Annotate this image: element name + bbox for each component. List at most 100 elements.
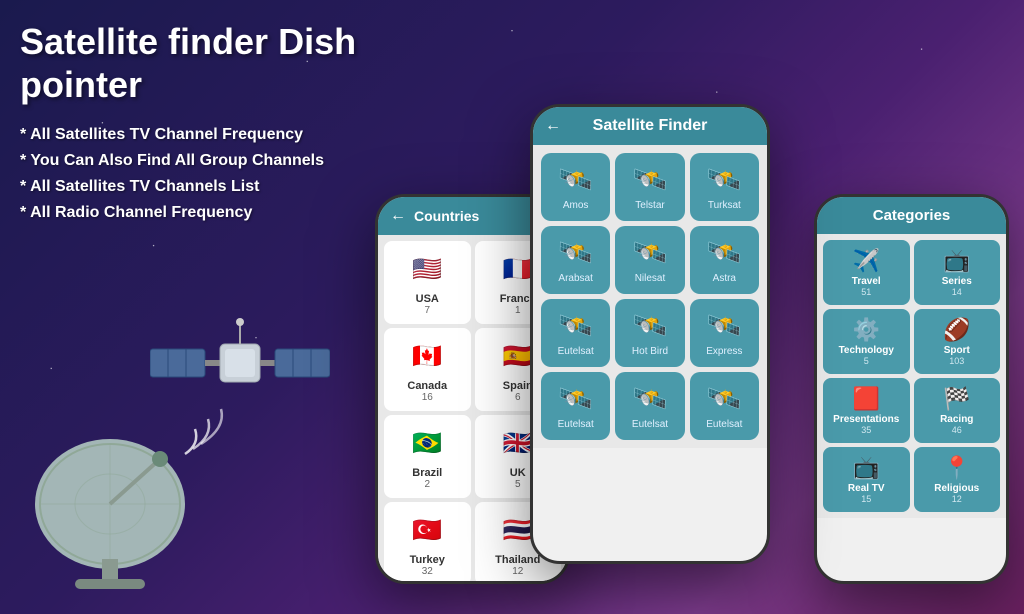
satellite-name: Nilesat — [635, 273, 666, 284]
satellite-item[interactable]: 🛰️ Hot Bird — [615, 299, 684, 367]
satellite-icon: 🛰️ — [707, 236, 742, 269]
category-count: 51 — [861, 287, 871, 297]
category-count: 5 — [864, 356, 869, 366]
country-count: 32 — [422, 566, 433, 577]
satellite-item[interactable]: 🛰️ Eutelsat — [690, 372, 759, 440]
categories-phone-header: Categories — [817, 197, 1006, 234]
satellite-phone-header: ← Satellite Finder — [533, 107, 767, 145]
category-icon: 🏈 — [943, 317, 970, 343]
category-name: Real TV — [848, 483, 885, 494]
country-item[interactable]: 🇹🇷 Turkey 32 — [384, 502, 471, 584]
country-count: 2 — [424, 479, 430, 490]
country-name: UK — [510, 467, 526, 479]
satellite-item[interactable]: 🛰️ Eutelsat — [615, 372, 684, 440]
categories-grid: ✈️ Travel 51 📺 Series 14 ⚙️ Technology 5… — [817, 234, 1006, 518]
country-flag: 🇺🇸 — [407, 249, 447, 289]
category-name: Religious — [934, 483, 979, 494]
satellite-icon: 🛰️ — [558, 309, 593, 342]
satellite-icon: 🛰️ — [633, 382, 668, 415]
country-name: Canada — [407, 380, 447, 392]
back-arrow-icon[interactable]: ← — [390, 207, 406, 225]
category-item[interactable]: ⚙️ Technology 5 — [823, 309, 910, 374]
category-icon: ✈️ — [853, 248, 880, 274]
category-item[interactable]: ✈️ Travel 51 — [823, 240, 910, 305]
category-count: 14 — [952, 287, 962, 297]
satellite-icon: 🛰️ — [558, 236, 593, 269]
category-count: 12 — [952, 494, 962, 504]
category-count: 103 — [949, 356, 964, 366]
satellite-grid: 🛰️ Amos 🛰️ Telstar 🛰️ Turksat 🛰️ Arabsat… — [533, 145, 767, 448]
country-name: Turkey — [410, 554, 445, 566]
categories-phone: Categories ✈️ Travel 51 📺 Series 14 ⚙️ T… — [814, 194, 1009, 584]
app-title: Satellite finder Dish pointer — [20, 20, 380, 106]
country-flag: 🇹🇷 — [407, 510, 447, 550]
satellite-item[interactable]: 🛰️ Astra — [690, 226, 759, 294]
category-icon: 📍 — [943, 455, 970, 481]
satellite-icon: 🛰️ — [558, 163, 593, 196]
satellite-phone: ← Satellite Finder 🛰️ Amos 🛰️ Telstar 🛰️… — [530, 104, 770, 564]
satellite-name: Eutelsat — [558, 419, 594, 430]
satellite-name: Amos — [563, 200, 589, 211]
satellite-name: Telstar — [635, 200, 664, 211]
space-satellite — [150, 314, 330, 434]
satellite-name: Arabsat — [558, 273, 592, 284]
country-item[interactable]: 🇧🇷 Brazil 2 — [384, 415, 471, 498]
satellite-item[interactable]: 🛰️ Nilesat — [615, 226, 684, 294]
satellite-item[interactable]: 🛰️ Telstar — [615, 153, 684, 221]
category-name: Sport — [944, 345, 970, 356]
category-count: 46 — [952, 425, 962, 435]
categories-title: Categories — [873, 207, 951, 224]
satellite-name: Eutelsat — [706, 419, 742, 430]
category-name: Racing — [940, 414, 973, 425]
feature-item: * All Satellites TV Channel Frequency — [20, 126, 380, 144]
left-section: Satellite finder Dish pointer * All Sate… — [20, 20, 380, 230]
satellite-item[interactable]: 🛰️ Arabsat — [541, 226, 610, 294]
category-item[interactable]: 🏈 Sport 103 — [914, 309, 1001, 374]
satellite-name: Express — [706, 346, 742, 357]
feature-item: * All Radio Channel Frequency — [20, 204, 380, 222]
feature-list: * All Satellites TV Channel Frequency * Y… — [20, 126, 380, 222]
country-count: 7 — [424, 305, 430, 316]
satellite-item[interactable]: 🛰️ Eutelsat — [541, 372, 610, 440]
satellite-item[interactable]: 🛰️ Amos — [541, 153, 610, 221]
country-flag: 🇨🇦 — [407, 336, 447, 376]
satellite-icon: 🛰️ — [633, 236, 668, 269]
category-item[interactable]: 🏁 Racing 46 — [914, 378, 1001, 443]
country-count: 16 — [422, 392, 433, 403]
category-item[interactable]: 📍 Religious 12 — [914, 447, 1001, 512]
satellite-icon: 🛰️ — [633, 309, 668, 342]
category-item[interactable]: 🟥 Presentations 35 — [823, 378, 910, 443]
category-icon: 🟥 — [853, 386, 880, 412]
category-name: Travel — [852, 276, 881, 287]
category-name: Presentations — [833, 414, 899, 425]
category-item[interactable]: 📺 Series 14 — [914, 240, 1001, 305]
category-count: 15 — [861, 494, 871, 504]
country-item[interactable]: 🇨🇦 Canada 16 — [384, 328, 471, 411]
country-count: 6 — [515, 392, 521, 403]
country-name: Brazil — [412, 467, 442, 479]
satellite-name: Hot Bird — [632, 346, 668, 357]
satellite-icon: 🛰️ — [707, 163, 742, 196]
satellite-item[interactable]: 🛰️ Turksat — [690, 153, 759, 221]
category-name: Series — [942, 276, 972, 287]
category-icon: 📺 — [943, 248, 970, 274]
satellite-icon: 🛰️ — [633, 163, 668, 196]
satellite-icon: 🛰️ — [707, 382, 742, 415]
category-name: Technology — [839, 345, 894, 356]
country-count: 1 — [515, 305, 521, 316]
country-flag: 🇧🇷 — [407, 423, 447, 463]
country-count: 5 — [515, 479, 521, 490]
feature-item: * You Can Also Find All Group Channels — [20, 152, 380, 170]
satellite-icon: 🛰️ — [707, 309, 742, 342]
back-arrow-satellite-icon[interactable]: ← — [545, 117, 561, 135]
satellite-name: Astra — [713, 273, 736, 284]
country-name: Spain — [503, 380, 533, 392]
satellite-item[interactable]: 🛰️ Express — [690, 299, 759, 367]
satellite-title: Satellite Finder — [593, 117, 708, 135]
category-item[interactable]: 📺 Real TV 15 — [823, 447, 910, 512]
satellite-item[interactable]: 🛰️ Eutelsat — [541, 299, 610, 367]
satellite-name: Eutelsat — [632, 419, 668, 430]
country-item[interactable]: 🇺🇸 USA 7 — [384, 241, 471, 324]
feature-item: * All Satellites TV Channels List — [20, 178, 380, 196]
satellite-name: Eutelsat — [558, 346, 594, 357]
